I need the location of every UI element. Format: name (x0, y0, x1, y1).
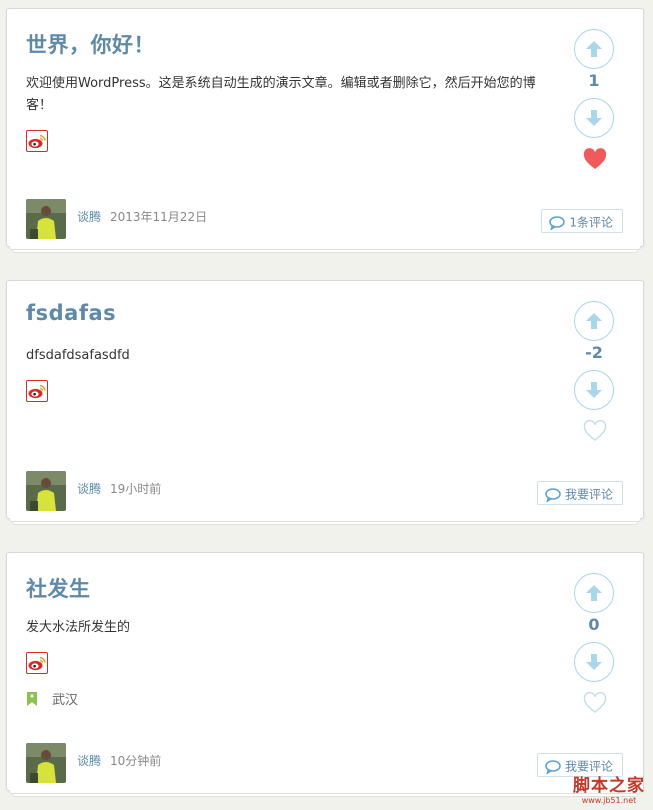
vote-score: -2 (585, 343, 603, 362)
post-time: 10分钟前 (110, 754, 162, 768)
vote-down-button[interactable] (574, 642, 614, 682)
heart-icon[interactable] (583, 691, 607, 718)
author-avatar[interactable] (26, 471, 66, 511)
post-title[interactable]: 社发生 (26, 573, 91, 603)
arrow-up-icon (586, 41, 602, 57)
comment-label: 我要评论 (564, 759, 613, 774)
post-excerpt: 欢迎使用WordPress。这是系统自动生成的演示文章。编辑或者删除它，然后开始… (26, 76, 536, 113)
heart-icon[interactable] (583, 148, 607, 174)
author-avatar[interactable] (26, 199, 66, 239)
post-title[interactable]: fsdafas (26, 301, 116, 325)
arrow-up-icon (586, 313, 602, 329)
location-name: 武汉 (52, 693, 79, 708)
author-name[interactable]: 谈腾 (77, 480, 101, 497)
vote-down-button[interactable] (574, 98, 614, 138)
post-card: fsdafas dfsdafdsafasdfd 谈腾 19小时前 我要评论 -2 (6, 280, 644, 525)
comment-bubble-icon (545, 487, 561, 503)
post-title[interactable]: 世界，你好！ (26, 29, 155, 59)
weibo-icon[interactable] (26, 130, 48, 152)
arrow-down-icon (586, 382, 602, 398)
post-card: 社发生 发大水法所发生的 武汉 谈腾 10分钟前 我要评论 0 (6, 552, 644, 797)
post-time: 19小时前 (110, 482, 162, 496)
vote-down-button[interactable] (574, 370, 614, 410)
post-location: 武汉 (26, 689, 78, 708)
post-time: 2013年11月22日 (110, 210, 208, 224)
comment-bubble-icon (545, 759, 561, 775)
comment-label: 1条评论 (569, 215, 613, 230)
weibo-icon[interactable] (26, 652, 48, 674)
vote-up-button[interactable] (574, 29, 614, 69)
comment-bubble-icon (549, 215, 566, 231)
author-avatar[interactable] (26, 743, 66, 783)
comment-label: 我要评论 (564, 487, 613, 502)
watermark-sub: www.jb51.net (581, 796, 637, 805)
post-excerpt: dfsdafdsafasdfd (26, 348, 130, 363)
bookmark-pin-icon (27, 691, 37, 706)
vote-up-button[interactable] (574, 573, 614, 613)
comment-button[interactable]: 我要评论 (536, 481, 623, 505)
author-name[interactable]: 谈腾 (77, 208, 101, 225)
post-card: 世界，你好！ 欢迎使用WordPress。这是系统自动生成的演示文章。编辑或者删… (6, 8, 644, 253)
comment-button[interactable]: 我要评论 (536, 753, 623, 777)
comment-button[interactable]: 1条评论 (541, 209, 623, 233)
post-excerpt: 发大水法所发生的 (26, 620, 131, 635)
author-name[interactable]: 谈腾 (77, 752, 101, 769)
arrow-down-icon (586, 110, 602, 126)
weibo-icon[interactable] (26, 380, 48, 402)
arrow-up-icon (586, 585, 602, 601)
arrow-down-icon (586, 654, 602, 670)
heart-icon[interactable] (583, 419, 607, 446)
vote-score: 1 (588, 71, 600, 90)
vote-up-button[interactable] (574, 301, 614, 341)
vote-score: 0 (588, 615, 600, 634)
